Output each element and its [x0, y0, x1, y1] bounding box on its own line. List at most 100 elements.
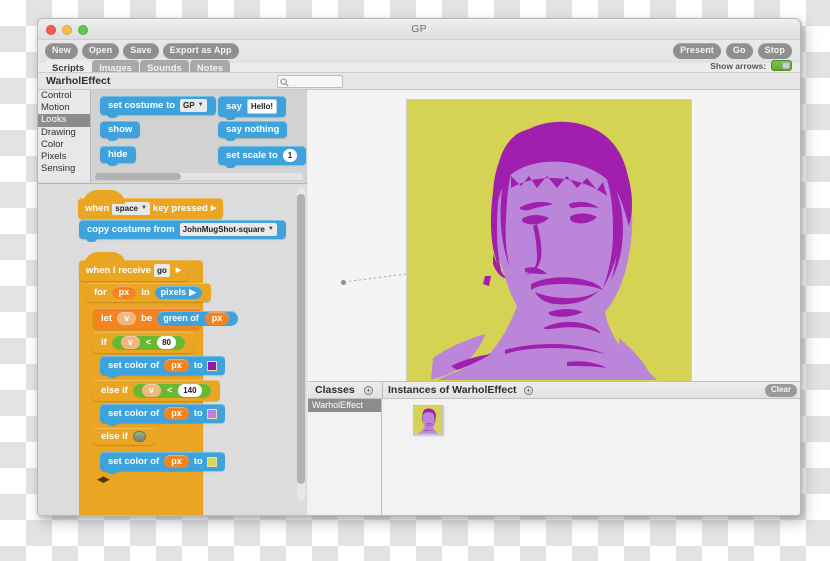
color-swatch-light-purple[interactable] [206, 408, 217, 419]
category-looks[interactable]: Looks [38, 114, 90, 127]
show-arrows-control: Show arrows: [710, 60, 792, 71]
block-label: when [85, 203, 110, 214]
predicate-less-than-2[interactable]: v < 140 [132, 383, 211, 398]
save-button[interactable]: Save [123, 43, 159, 59]
toolbar: New Open Save Export as App Present Go S… [38, 40, 800, 77]
category-color[interactable]: Color [38, 139, 90, 151]
branch-arrows-icon[interactable]: ◀▶ [97, 474, 110, 485]
go-button[interactable]: Go [725, 43, 753, 59]
category-drawing[interactable]: Drawing [38, 127, 90, 139]
block-notch [225, 164, 236, 168]
category-sensing[interactable]: Sensing [38, 163, 90, 175]
hat-block-when-i-receive[interactable]: when I receive go ▶ [79, 252, 189, 281]
warhol-effect-canvas[interactable] [406, 99, 692, 384]
window-traffic-lights [46, 25, 88, 35]
palette-block-show[interactable]: show [100, 121, 141, 141]
palette-block-say[interactable]: say Hello! [218, 96, 287, 120]
variable-v[interactable]: v [141, 384, 161, 397]
hat-block-when-key-pressed[interactable]: when space ▼ key pressed ▶ [78, 190, 224, 219]
scale-number-input[interactable]: 1 [282, 149, 298, 162]
category-motion[interactable]: Motion [38, 102, 90, 114]
block-else-if-1[interactable]: else if v < 140 [93, 380, 220, 401]
class-list-item-warholeffect[interactable]: WarholEffect [308, 399, 381, 412]
block-notch [107, 162, 118, 166]
message-dropdown[interactable]: go [153, 264, 170, 277]
instance-thumbnail[interactable] [413, 405, 443, 435]
palette-block-say-nothing[interactable]: say nothing [218, 121, 288, 141]
block-set-color-of-3[interactable]: set color of px to [100, 452, 225, 474]
palette-block-set-costume[interactable]: set costume to GP ▼ [100, 96, 216, 118]
argument-px[interactable]: px [164, 359, 189, 372]
variable-v[interactable]: v [117, 312, 137, 325]
palette-block-hide[interactable]: hide [100, 146, 136, 166]
scrollbar-thumb[interactable] [297, 194, 305, 484]
add-class-icon[interactable]: + [364, 386, 373, 395]
color-swatch-yellow[interactable] [206, 456, 217, 467]
say-text-input[interactable]: Hello! [246, 99, 278, 114]
reporter-green-of[interactable]: green of px [157, 311, 239, 326]
block-if[interactable]: if v < 80 [93, 332, 194, 353]
stop-button[interactable]: Stop [757, 43, 792, 59]
block-set-color-of-2[interactable]: set color of px to [100, 404, 225, 426]
classes-list-pane[interactable]: WarholEffect [308, 399, 382, 515]
block-let-variable[interactable]: let v be green of px [93, 308, 239, 329]
threshold-input-80[interactable]: 80 [157, 336, 176, 349]
present-button[interactable]: Present [673, 43, 721, 59]
instances-pane[interactable] [383, 399, 800, 515]
empty-predicate-slot[interactable] [132, 431, 146, 442]
argument-px[interactable]: px [204, 312, 230, 325]
block-label: copy costume from [87, 224, 175, 235]
instances-panel-title: Instances of WarholEffect [388, 384, 517, 396]
window-titlebar[interactable]: GP [38, 19, 800, 40]
minimize-window-button[interactable] [62, 25, 72, 35]
expand-arrow-icon[interactable]: ▶ [176, 265, 181, 276]
block-label: set color of [108, 360, 160, 371]
block-copy-costume-from[interactable]: copy costume from JohnMugShot-square ▼ [79, 220, 286, 242]
loop-variable-px[interactable]: px [111, 286, 137, 299]
reporter-pixels[interactable]: pixels ▶ [154, 286, 203, 299]
block-for-each[interactable]: for px in pixels ▶ [86, 283, 212, 302]
new-button[interactable]: New [45, 43, 78, 59]
category-pixels[interactable]: Pixels [38, 151, 90, 163]
clear-instances-button[interactable]: Clear [764, 384, 797, 397]
key-dropdown[interactable]: space ▼ [112, 202, 150, 215]
threshold-input-140[interactable]: 140 [178, 384, 202, 397]
argument-px[interactable]: px [164, 407, 189, 420]
variable-v[interactable]: v [120, 336, 140, 349]
block-set-color-of-1[interactable]: set color of px to [100, 356, 225, 378]
costume-dropdown[interactable]: GP ▼ [180, 99, 207, 112]
predicate-less-than-1[interactable]: v < 80 [111, 335, 185, 350]
scrollbar-thumb[interactable] [95, 173, 181, 180]
scripts-canvas[interactable]: when space ▼ key pressed ▶ copy costume f… [38, 183, 307, 515]
export-as-app-button[interactable]: Export as App [162, 43, 239, 59]
color-swatch-dark-purple[interactable] [206, 360, 217, 371]
block-label: hide [108, 149, 128, 160]
stage-area[interactable] [308, 90, 800, 384]
block-label: else if [101, 431, 128, 442]
source-costume-dropdown[interactable]: JohnMugShot-square ▼ [179, 223, 277, 236]
maximize-window-button[interactable] [78, 25, 88, 35]
block-label: say [226, 101, 242, 112]
operator-label: < [145, 337, 152, 347]
block-else-if-2[interactable]: else if [93, 428, 155, 445]
close-window-button[interactable] [46, 25, 56, 35]
expand-arrow-icon[interactable]: ▶ [211, 203, 216, 214]
run-controls-group: Present Go Stop [673, 43, 792, 59]
open-button[interactable]: Open [81, 43, 120, 59]
add-instance-icon[interactable]: + [524, 386, 533, 395]
palette-blocks: set costume to GP ▼ say Hello! show say … [92, 90, 307, 182]
search-input[interactable] [277, 75, 343, 88]
chevron-down-icon: ▼ [140, 205, 147, 211]
panel-divider [382, 382, 383, 399]
show-arrows-toggle[interactable] [771, 60, 792, 71]
category-control[interactable]: Control [38, 90, 90, 102]
palette-block-set-scale[interactable]: set scale to 1 [218, 146, 307, 168]
palette-horizontal-scrollbar[interactable] [95, 173, 303, 180]
block-label-to: to [193, 408, 203, 419]
instance-thumbnail-image [414, 406, 442, 434]
argument-px[interactable]: px [164, 455, 189, 468]
block-label: if [101, 337, 107, 348]
scripts-vertical-scrollbar[interactable] [297, 188, 305, 501]
search-icon [280, 78, 289, 87]
expand-arrow-icon[interactable]: ▶ [189, 287, 196, 298]
